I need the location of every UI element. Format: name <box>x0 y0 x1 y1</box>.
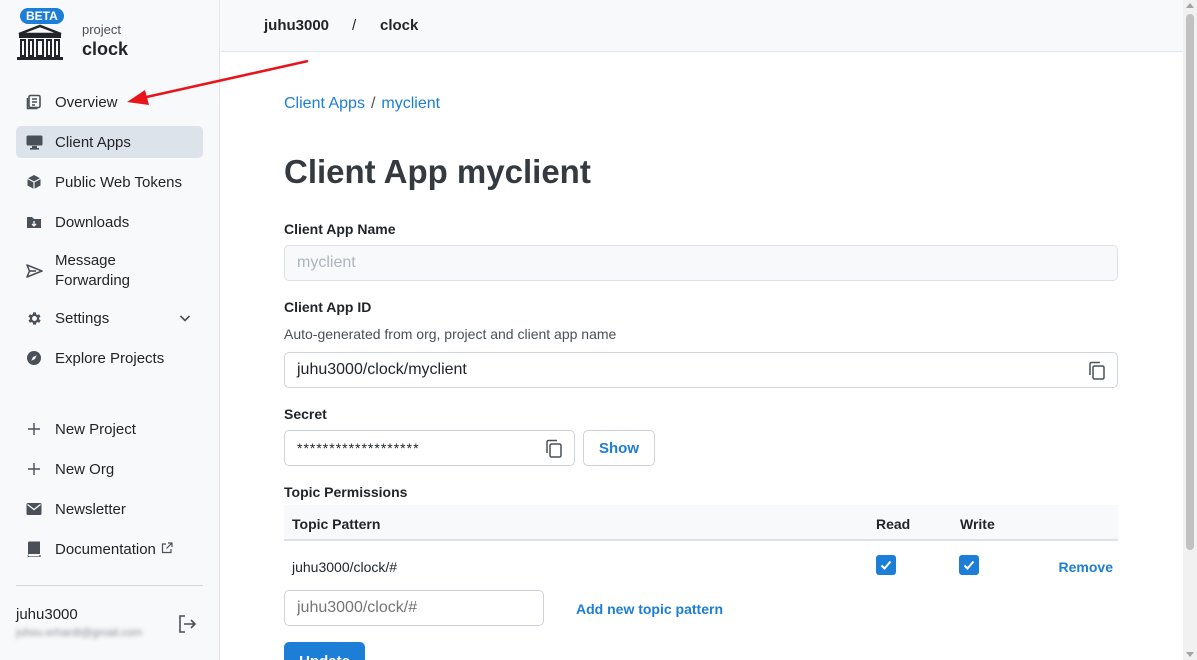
secret-label: Secret <box>284 406 327 422</box>
sidebar-item-label: Overview <box>55 93 118 111</box>
user-email: juhou.erhardt@gmail.com <box>16 627 143 639</box>
cube-icon <box>22 170 46 194</box>
table-row: juhu3000/clock/# Remove <box>284 543 1118 589</box>
overview-icon <box>22 90 46 114</box>
send-icon <box>22 259 46 283</box>
client-app-id-label: Client App ID <box>284 299 372 315</box>
client-app-id-field[interactable]: juhu3000/clock/myclient <box>284 352 1118 388</box>
sidebar-item-message-forwarding[interactable]: Message Forwarding <box>16 250 203 292</box>
book-icon <box>22 537 46 561</box>
sidebar-item-documentation[interactable]: Documentation <box>16 536 203 562</box>
sidebar-item-newsletter[interactable]: Newsletter <box>16 496 203 522</box>
sidebar-item-label: Public Web Tokens <box>55 173 183 191</box>
write-header: Write <box>960 516 995 532</box>
sidebar-item-label: Settings <box>55 309 110 327</box>
copy-icon[interactable] <box>544 439 564 459</box>
sidebar-item-label: Documentation <box>55 540 156 558</box>
read-checkbox[interactable] <box>876 555 896 575</box>
scrollbar-thumb[interactable] <box>1186 14 1194 550</box>
sidebar-item-client-apps[interactable]: Client Apps <box>16 126 203 158</box>
sidebar: BETA project clock Overview Client Apps … <box>0 0 220 660</box>
logout-icon[interactable] <box>176 613 198 635</box>
brand-project-name: clock <box>82 39 129 59</box>
topbar-project-link[interactable]: clock <box>380 17 418 34</box>
building-logo-icon <box>17 24 63 60</box>
sidebar-item-explore-projects[interactable]: Explore Projects <box>16 345 203 371</box>
user-name: juhu3000 <box>16 606 78 623</box>
sidebar-item-label: New Org <box>55 460 115 478</box>
secret-value: ******************* <box>297 440 420 456</box>
sidebar-item-new-org[interactable]: New Org <box>16 456 203 482</box>
gear-icon <box>22 306 46 330</box>
remove-topic-button[interactable]: Remove <box>1059 559 1113 575</box>
chevron-down-icon <box>179 310 191 327</box>
sidebar-item-new-project[interactable]: New Project <box>16 416 203 442</box>
breadcrumb-client-apps-link[interactable]: Client Apps <box>284 95 365 112</box>
monitor-icon <box>22 130 46 154</box>
topic-table-header: Topic Pattern Read Write <box>284 505 1118 541</box>
show-secret-button[interactable]: Show <box>583 430 655 466</box>
external-link-icon <box>161 541 173 558</box>
client-app-name-value: myclient <box>297 254 356 271</box>
secret-field[interactable]: ******************* <box>284 430 575 466</box>
mail-icon <box>22 497 46 521</box>
compass-icon <box>22 346 46 370</box>
breadcrumb-separator: / <box>370 95 376 112</box>
folder-download-icon <box>22 210 46 234</box>
sidebar-item-settings[interactable]: Settings <box>16 305 203 331</box>
topic-permissions-label: Topic Permissions <box>284 484 408 500</box>
sidebar-item-label: Message Forwarding <box>55 252 131 289</box>
sidebar-item-downloads[interactable]: Downloads <box>16 209 203 235</box>
client-app-id-value: juhu3000/clock/myclient <box>297 361 467 378</box>
client-app-id-description: Auto-generated from org, project and cli… <box>284 326 617 342</box>
brand[interactable]: BETA project clock <box>16 8 206 64</box>
plus-icon <box>22 457 46 481</box>
update-button[interactable]: Update <box>284 642 365 660</box>
sidebar-divider <box>16 585 203 586</box>
beta-badge: BETA <box>20 8 64 24</box>
copy-icon[interactable] <box>1087 361 1107 381</box>
scroll-down-arrow-icon[interactable] <box>1186 652 1194 657</box>
topbar-separator: / <box>352 17 357 34</box>
scroll-up-arrow-icon[interactable] <box>1186 3 1194 8</box>
page-title: Client App myclient <box>284 153 591 190</box>
brand-subtitle: project <box>82 22 122 37</box>
sidebar-item-public-web-tokens[interactable]: Public Web Tokens <box>16 169 203 195</box>
breadcrumb-current-link[interactable]: myclient <box>381 95 440 112</box>
breadcrumb: Client Apps / myclient <box>284 95 440 113</box>
sidebar-item-label: Client Apps <box>55 133 131 151</box>
sidebar-item-label: Newsletter <box>55 500 126 518</box>
read-header: Read <box>876 516 911 532</box>
client-app-name-field: myclient <box>284 245 1118 281</box>
scrollbar[interactable] <box>1183 0 1197 660</box>
client-app-name-label: Client App Name <box>284 221 396 237</box>
sidebar-item-label: Explore Projects <box>55 349 165 367</box>
topic-pattern-header: Topic Pattern <box>292 516 381 532</box>
top-bar: juhu3000 / clock <box>221 0 1183 52</box>
topic-pattern-cell: juhu3000/clock/# <box>292 559 398 575</box>
write-checkbox[interactable] <box>959 555 979 575</box>
add-topic-pattern-button[interactable]: Add new topic pattern <box>576 601 723 617</box>
sidebar-item-label: Downloads <box>55 213 130 231</box>
topbar-org-link[interactable]: juhu3000 <box>264 17 329 34</box>
sidebar-item-label: New Project <box>55 420 136 438</box>
sidebar-item-overview[interactable]: Overview <box>16 89 203 115</box>
plus-icon <box>22 417 46 441</box>
new-topic-pattern-input[interactable] <box>284 590 544 626</box>
